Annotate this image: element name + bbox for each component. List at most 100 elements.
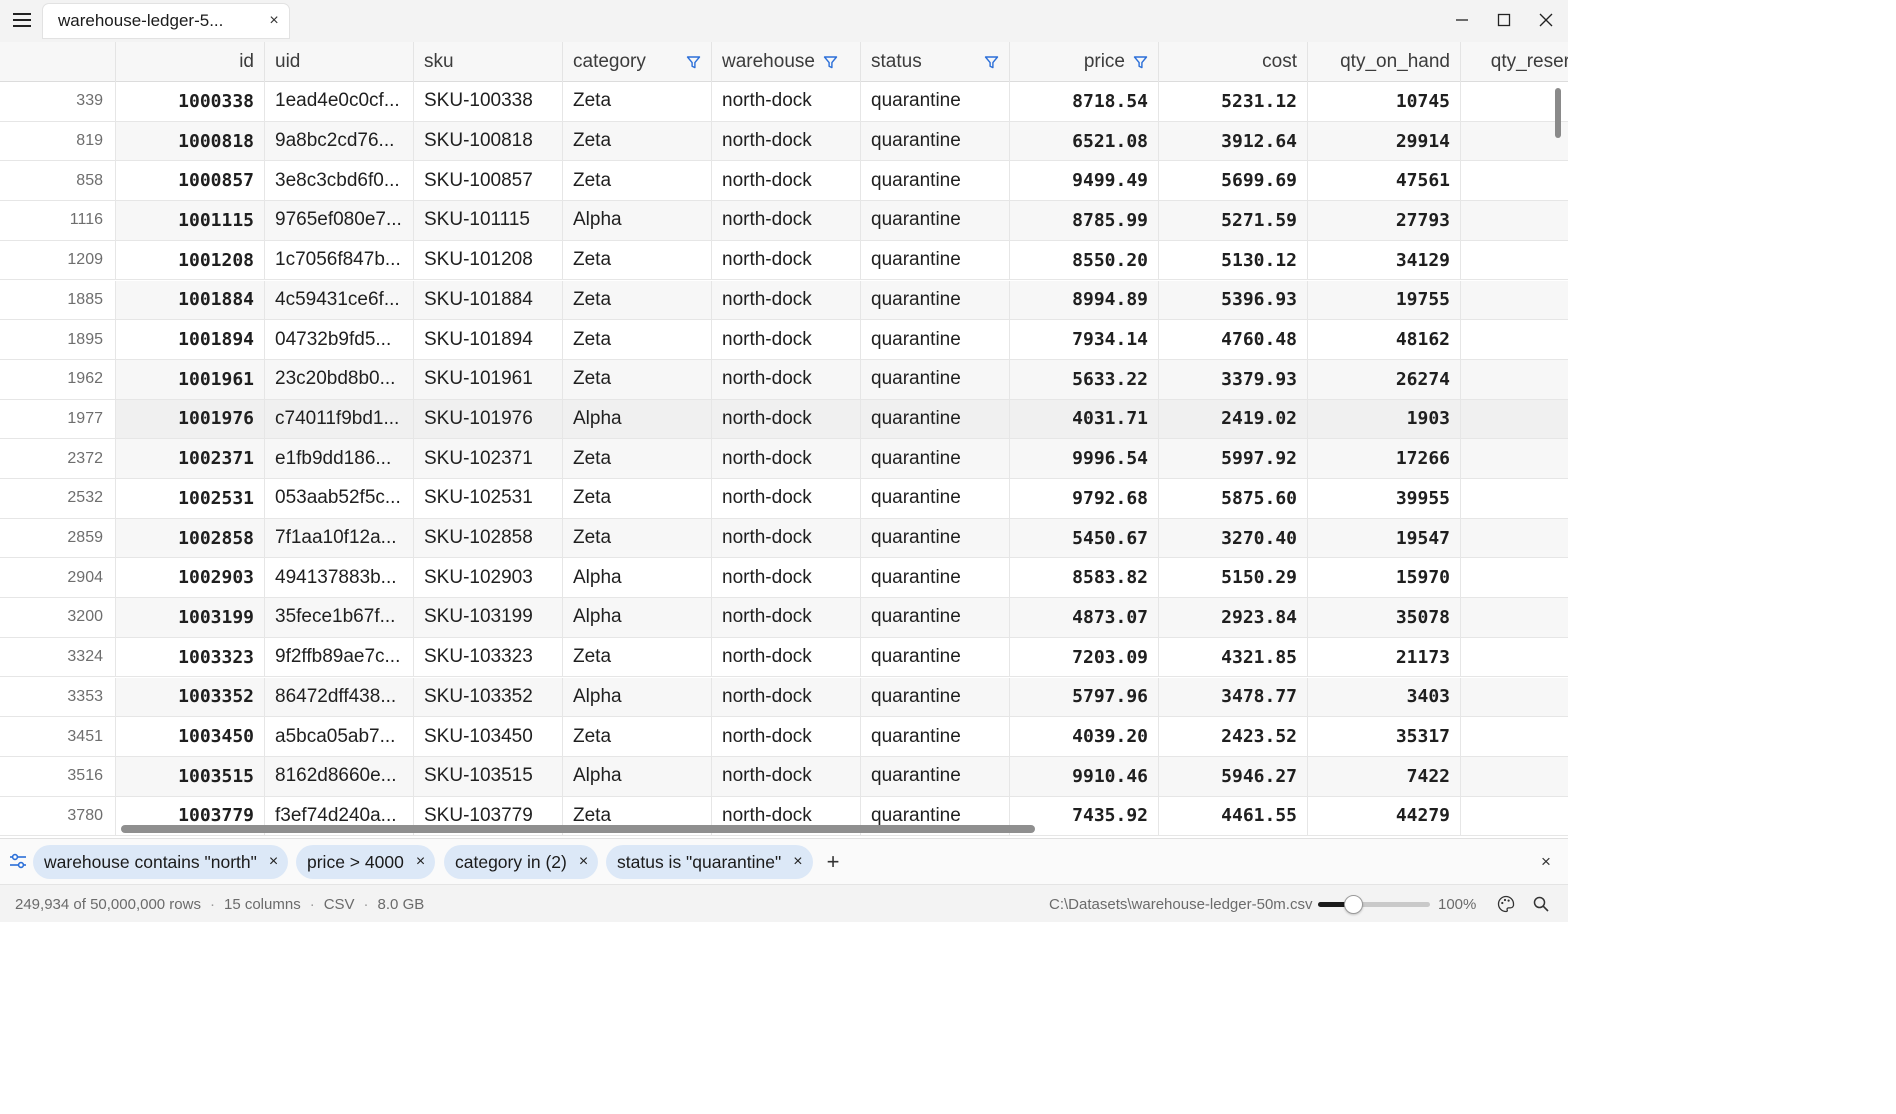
- cell-warehouse[interactable]: north-dock: [712, 121, 861, 161]
- cell-sku[interactable]: SKU-102531: [414, 479, 563, 518]
- cell-qty_on_hand[interactable]: 1903: [1308, 399, 1461, 439]
- cell-qty_on_hand[interactable]: 48162: [1308, 320, 1461, 359]
- cell-sku[interactable]: SKU-101208: [414, 240, 563, 280]
- cell-cost[interactable]: 3379.93: [1159, 359, 1308, 399]
- cell-price[interactable]: 8994.89: [1010, 280, 1159, 320]
- table-row[interactable]: 3451 1003450 a5bca05ab7... SKU-103450 Zeta no…: [0, 717, 1568, 757]
- cell-price[interactable]: 9996.54: [1010, 439, 1159, 478]
- cell-warehouse[interactable]: north-dock: [712, 240, 861, 280]
- filter-chip[interactable]: price > 4000 ×: [296, 845, 436, 879]
- cell-uid[interactable]: 35fece1b67f...: [265, 598, 414, 637]
- cell-status[interactable]: quarantine: [861, 320, 1010, 359]
- cell-qty_on_hand[interactable]: 35317: [1308, 717, 1461, 756]
- add-filter-button[interactable]: +: [822, 849, 844, 875]
- cell-category[interactable]: Zeta: [563, 121, 712, 161]
- cell-price[interactable]: 4873.07: [1010, 598, 1159, 637]
- cell-warehouse[interactable]: north-dock: [712, 82, 861, 121]
- cell-category[interactable]: Alpha: [563, 558, 712, 598]
- cell-cost[interactable]: 3912.64: [1159, 121, 1308, 161]
- cell-cost[interactable]: 2923.84: [1159, 598, 1308, 637]
- cell-price[interactable]: 4039.20: [1010, 717, 1159, 756]
- cell-warehouse[interactable]: north-dock: [712, 677, 861, 717]
- cell-qty_reserved[interactable]: [1461, 201, 1568, 240]
- cell-qty_reserved[interactable]: [1461, 797, 1568, 836]
- cell-id[interactable]: 1001884: [116, 280, 265, 320]
- cell-id[interactable]: 1003515: [116, 756, 265, 796]
- cell-category[interactable]: Zeta: [563, 518, 712, 558]
- cell-warehouse[interactable]: north-dock: [712, 399, 861, 439]
- cell-qty_reserved[interactable]: [1461, 281, 1568, 320]
- cell-price[interactable]: 8718.54: [1010, 82, 1159, 121]
- cell-cost[interactable]: 4461.55: [1159, 796, 1308, 836]
- cell-status[interactable]: quarantine: [861, 240, 1010, 280]
- cell-category[interactable]: Zeta: [563, 320, 712, 359]
- cell-cost[interactable]: 5875.60: [1159, 479, 1308, 518]
- cell-cost[interactable]: 5396.93: [1159, 280, 1308, 320]
- cell-price[interactable]: 9792.68: [1010, 479, 1159, 518]
- cell-uid[interactable]: 1ead4e0c0cf...: [265, 82, 414, 121]
- column-header-category[interactable]: category: [563, 42, 712, 82]
- cell-status[interactable]: quarantine: [861, 558, 1010, 598]
- cell-status[interactable]: quarantine: [861, 677, 1010, 717]
- table-row[interactable]: 3516 1003515 8162d8660e... SKU-103515 Alpha n…: [0, 756, 1568, 797]
- funnel-filter-icon[interactable]: [1133, 55, 1148, 70]
- cell-status[interactable]: quarantine: [861, 637, 1010, 677]
- cell-price[interactable]: 8583.82: [1010, 558, 1159, 598]
- maximize-button[interactable]: [1484, 4, 1524, 36]
- cell-sku[interactable]: SKU-102371: [414, 439, 563, 478]
- cell-category[interactable]: Zeta: [563, 161, 712, 201]
- cell-qty_on_hand[interactable]: 19755: [1308, 280, 1461, 320]
- filter-chip-remove-button[interactable]: ×: [579, 853, 588, 871]
- column-header-price[interactable]: price: [1010, 42, 1159, 82]
- cell-cost[interactable]: 5699.69: [1159, 161, 1308, 201]
- table-row[interactable]: 3324 1003323 9f2ffb89ae7c... SKU-103323 Zeta…: [0, 637, 1568, 678]
- cell-cost[interactable]: 5271.59: [1159, 201, 1308, 240]
- cell-sku[interactable]: SKU-100857: [414, 161, 563, 201]
- funnel-filter-icon[interactable]: [686, 55, 701, 70]
- cell-id[interactable]: 1001961: [116, 359, 265, 399]
- cell-price[interactable]: 7203.09: [1010, 637, 1159, 677]
- cell-qty_reserved[interactable]: [1461, 320, 1568, 359]
- cell-cost[interactable]: 5997.92: [1159, 439, 1308, 478]
- cell-qty_on_hand[interactable]: 7422: [1308, 756, 1461, 796]
- cell-id[interactable]: 1000857: [116, 161, 265, 201]
- cell-id[interactable]: 1001115: [116, 201, 265, 240]
- cell-category[interactable]: Alpha: [563, 399, 712, 439]
- cell-warehouse[interactable]: north-dock: [712, 518, 861, 558]
- cell-qty_on_hand[interactable]: 17266: [1308, 439, 1461, 478]
- cell-id[interactable]: 1003199: [116, 598, 265, 637]
- cell-id[interactable]: 1002531: [116, 479, 265, 518]
- cell-sku[interactable]: SKU-100818: [414, 121, 563, 161]
- cell-status[interactable]: quarantine: [861, 598, 1010, 637]
- column-header-sku[interactable]: sku: [414, 42, 563, 82]
- cell-id[interactable]: 1000818: [116, 121, 265, 161]
- cell-uid[interactable]: 04732b9fd5...: [265, 320, 414, 359]
- cell-category[interactable]: Alpha: [563, 756, 712, 796]
- cell-uid[interactable]: 494137883b...: [265, 558, 414, 598]
- cell-warehouse[interactable]: north-dock: [712, 280, 861, 320]
- cell-uid[interactable]: 3e8c3cbd6f0...: [265, 161, 414, 201]
- cell-uid[interactable]: 9765ef080e7...: [265, 201, 414, 240]
- column-header-id[interactable]: id: [116, 42, 265, 82]
- horizontal-scrollbar[interactable]: [121, 825, 1035, 833]
- cell-warehouse[interactable]: north-dock: [712, 479, 861, 518]
- cell-qty_on_hand[interactable]: 26274: [1308, 359, 1461, 399]
- cell-qty_on_hand[interactable]: 34129: [1308, 240, 1461, 280]
- filter-chip[interactable]: status is "quarantine" ×: [606, 845, 813, 879]
- filter-chip-remove-button[interactable]: ×: [269, 853, 278, 871]
- cell-status[interactable]: quarantine: [861, 161, 1010, 201]
- filter-chip-remove-button[interactable]: ×: [793, 853, 802, 871]
- cell-status[interactable]: quarantine: [861, 479, 1010, 518]
- cell-status[interactable]: quarantine: [861, 756, 1010, 796]
- cell-sku[interactable]: SKU-101894: [414, 320, 563, 359]
- cell-warehouse[interactable]: north-dock: [712, 161, 861, 201]
- cell-sku[interactable]: SKU-102903: [414, 558, 563, 598]
- table-row[interactable]: 1209 1001208 1c7056f847b... SKU-101208 Zeta n…: [0, 240, 1568, 281]
- column-header-qty_on_hand[interactable]: qty_on_hand: [1308, 42, 1461, 82]
- table-row[interactable]: 2372 1002371 e1fb9dd186... SKU-102371 Zeta no…: [0, 439, 1568, 479]
- table-row[interactable]: 1962 1001961 23c20bd8b0... SKU-101961 Zeta no…: [0, 359, 1568, 400]
- filter-settings-button[interactable]: [8, 851, 30, 873]
- cell-uid[interactable]: a5bca05ab7...: [265, 717, 414, 756]
- cell-qty_reserved[interactable]: [1461, 241, 1568, 280]
- cell-category[interactable]: Zeta: [563, 240, 712, 280]
